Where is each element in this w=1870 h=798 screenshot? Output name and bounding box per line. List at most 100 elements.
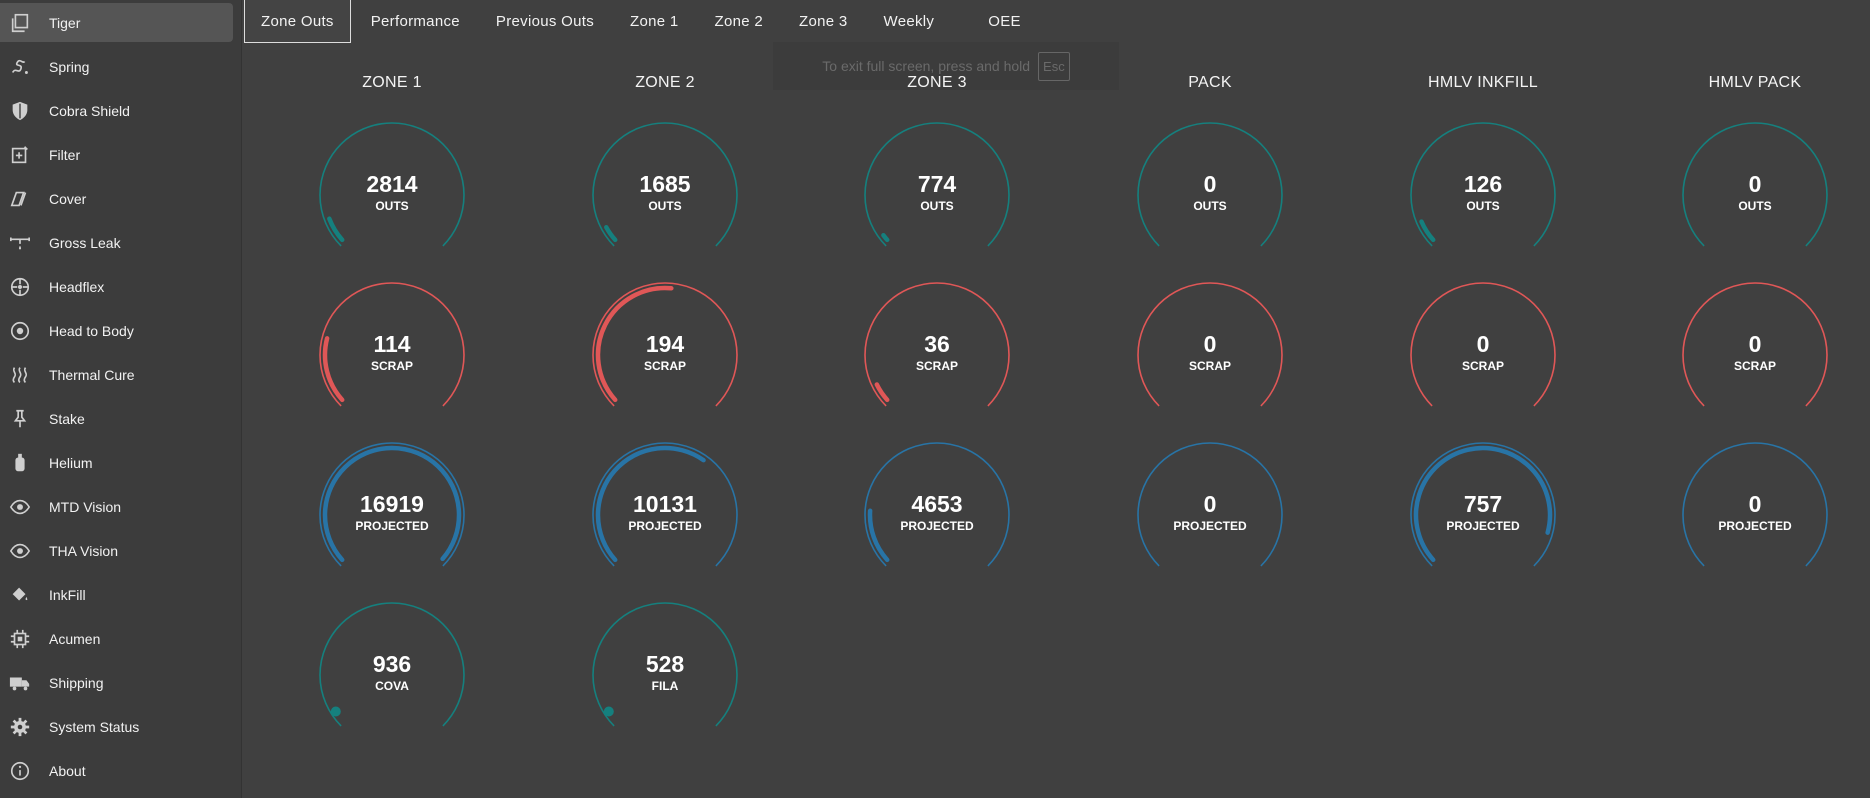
- gauge-value: 0: [1203, 171, 1217, 197]
- gauge-value: 16919: [360, 491, 424, 517]
- gauge-value: 0: [1748, 331, 1762, 357]
- sidebar-item-label: MTD Vision: [49, 498, 122, 515]
- sidebar-item-label: Cover: [49, 190, 87, 207]
- gauge-label: OUTS: [648, 199, 682, 213]
- gauge-fill: [1419, 219, 1436, 243]
- gauge-value: 2814: [366, 171, 418, 197]
- cover-icon: [8, 187, 32, 211]
- gauge-label: PROJECTED: [628, 519, 702, 533]
- tab-zone-outs[interactable]: Zone Outs: [244, 0, 351, 43]
- sidebar-item-tha-vision[interactable]: THA Vision: [0, 531, 233, 570]
- gauge-label: OUTS: [1738, 199, 1772, 213]
- scrap-gauge-zone-2: 194 SCRAP: [585, 275, 745, 415]
- sidebar-item-thermal-cure[interactable]: Thermal Cure: [0, 355, 233, 394]
- scrap-gauge-zone-3: 36 SCRAP: [857, 275, 1017, 415]
- gauge-value: 126: [1463, 171, 1503, 197]
- outs-gauge-hmlv-pack: 0 OUTS: [1675, 115, 1835, 255]
- sidebar-item-inkfill[interactable]: InkFill: [0, 575, 233, 614]
- gauge-value: 936: [372, 651, 412, 677]
- sidebar-item-filter[interactable]: Filter: [0, 135, 233, 174]
- gauge-label: FILA: [651, 679, 679, 693]
- gear-icon: [8, 715, 32, 739]
- tab-zone-3[interactable]: Zone 3: [783, 0, 864, 42]
- projected-gauge-pack: 0 PROJECTED: [1130, 435, 1290, 575]
- gauge-label: SCRAP: [643, 359, 686, 373]
- column-title-hmlv-inkfill: HMLV INKFILL: [1428, 74, 1538, 91]
- sidebar-item-helium[interactable]: Helium: [0, 443, 233, 482]
- gauge-label: OUTS: [1193, 199, 1227, 213]
- sidebar-item-label: Filter: [49, 146, 81, 163]
- sidebar-item-label: Headflex: [49, 278, 105, 295]
- sidebar-item-label: Head to Body: [49, 322, 134, 339]
- gauge-indicator: [330, 706, 341, 717]
- sidebar-item-label: Tiger: [49, 14, 81, 31]
- sidebar-item-label: THA Vision: [49, 542, 118, 559]
- scrap-gauge-hmlv-inkfill: 0 SCRAP: [1403, 275, 1563, 415]
- sidebar-item-acumen[interactable]: Acumen: [0, 619, 233, 658]
- sidebar-item-system-status[interactable]: System Status: [0, 707, 233, 746]
- paint-bucket-icon: [8, 583, 32, 607]
- gauge-label: PROJECTED: [355, 519, 429, 533]
- wheel-icon: [8, 275, 32, 299]
- gauge-value: 10131: [633, 491, 697, 517]
- gauge-value: 0: [1203, 491, 1217, 517]
- outs-gauge-hmlv-inkfill: 126 OUTS: [1403, 115, 1563, 255]
- tab-previous-outs[interactable]: Previous Outs: [480, 0, 610, 42]
- projected-gauge-zone-3: 4653 PROJECTED: [857, 435, 1017, 575]
- sidebar-item-label: Stake: [49, 410, 85, 427]
- sidebar-item-tiger[interactable]: Tiger: [0, 3, 233, 42]
- sidebar-item-headflex[interactable]: Headflex: [0, 267, 233, 306]
- gauge-label: PROJECTED: [1446, 519, 1520, 533]
- fullscreen-message: To exit full screen, press and hold: [822, 58, 1031, 74]
- sidebar-item-label: Helium: [49, 454, 93, 471]
- gauge-value: 528: [645, 651, 685, 677]
- shield-icon: [8, 99, 32, 123]
- sidebar-item-stake[interactable]: Stake: [0, 399, 233, 438]
- eye-icon: [8, 495, 32, 519]
- gauge-fill: [327, 216, 345, 243]
- gauge-value: 0: [1748, 171, 1762, 197]
- sidebar-item-label: About: [49, 762, 86, 779]
- tab-bar: Zone Outs Performance Previous Outs Zone 1Z…: [244, 0, 1037, 44]
- tab-oee[interactable]: OEE: [972, 0, 1037, 42]
- sidebar-item-about[interactable]: About: [0, 751, 233, 790]
- sidebar-item-head-to-body[interactable]: Head to Body: [0, 311, 233, 350]
- sidebar-item-mtd-vision[interactable]: MTD Vision: [0, 487, 233, 526]
- gauge-value: 1685: [639, 171, 691, 197]
- sidebar-item-label: Gross Leak: [49, 234, 121, 251]
- sidebar-item-gross-leak[interactable]: Gross Leak: [0, 223, 233, 262]
- column-title-pack: PACK: [1188, 74, 1232, 91]
- column-title-zone-3: ZONE 3: [907, 74, 967, 91]
- tab-weekly[interactable]: Weekly: [868, 0, 951, 42]
- cova-gauge: 936 COVA: [312, 595, 472, 735]
- spring-icon: [8, 55, 32, 79]
- sidebar-item-cover[interactable]: Cover: [0, 179, 233, 218]
- sidebar-item-label: Cobra Shield: [49, 102, 130, 119]
- scrap-gauge-hmlv-pack: 0 SCRAP: [1675, 275, 1835, 415]
- scrap-gauge-zone-1: 114 SCRAP: [312, 275, 472, 415]
- tab-performance[interactable]: Performance: [355, 0, 476, 42]
- tab-zone-1[interactable]: Zone 1: [614, 0, 695, 42]
- fila-gauge: 528 FILA: [585, 595, 745, 735]
- truck-icon: [8, 671, 32, 695]
- sidebar-item-cobra-shield[interactable]: Cobra Shield: [0, 91, 233, 130]
- gauge-label: SCRAP: [1733, 359, 1776, 373]
- outs-gauge-zone-3: 774 OUTS: [857, 115, 1017, 255]
- target-icon: [8, 319, 32, 343]
- leak-icon: [8, 231, 32, 255]
- projected-gauge-zone-1: 16919 PROJECTED: [312, 435, 472, 575]
- gauge-value: 0: [1203, 331, 1217, 357]
- gauge-label: OUTS: [1466, 199, 1500, 213]
- sidebar-item-label: Thermal Cure: [49, 366, 135, 383]
- gauge-indicator: [603, 706, 614, 717]
- gauge-value: 774: [917, 171, 957, 197]
- chip-icon: [8, 627, 32, 651]
- sidebar-item-shipping[interactable]: Shipping: [0, 663, 233, 702]
- gauge-label: PROJECTED: [1718, 519, 1792, 533]
- sidebar-item-label: Acumen: [49, 630, 101, 647]
- tab-zone-2[interactable]: Zone 2: [699, 0, 780, 42]
- gauge-label: SCRAP: [915, 359, 958, 373]
- sidebar-item-spring[interactable]: Spring: [0, 47, 233, 86]
- sidebar-item-label: Shipping: [49, 674, 104, 691]
- projected-gauge-hmlv-pack: 0 PROJECTED: [1675, 435, 1835, 575]
